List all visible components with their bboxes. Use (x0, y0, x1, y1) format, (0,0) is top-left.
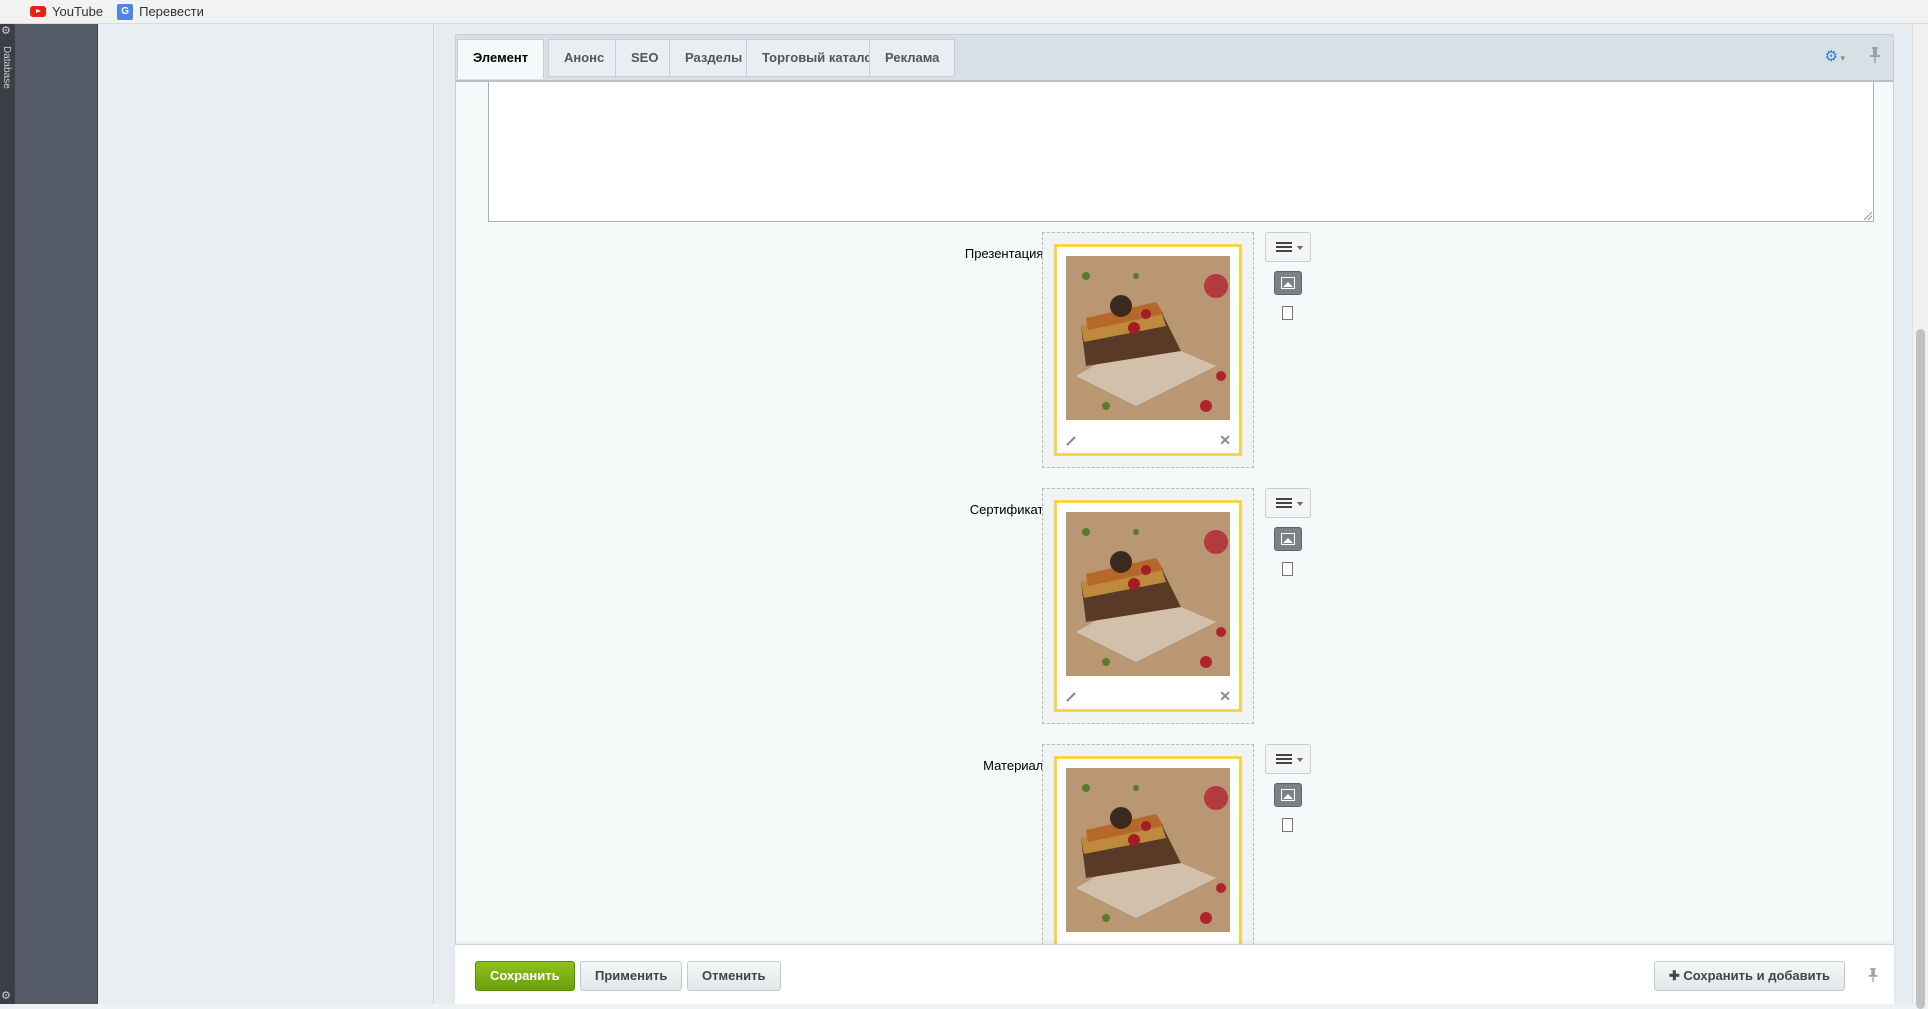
dessert-photo (1066, 256, 1230, 420)
caret-down-icon (1297, 246, 1303, 250)
delete-icon[interactable]: ✕ (1219, 432, 1231, 449)
field-label: Материал: (983, 758, 1047, 773)
youtube-icon (30, 6, 46, 17)
resize-grip-icon[interactable] (1864, 212, 1872, 220)
menu-lines-icon (1276, 242, 1292, 252)
pin-icon[interactable] (1867, 46, 1883, 64)
upload-image-button[interactable] (1274, 783, 1302, 807)
pencil-icon[interactable] (1065, 435, 1077, 447)
gear-icon[interactable]: ⚙ (1, 24, 11, 37)
bookmark-youtube-label: YouTube (52, 4, 104, 19)
caret-down-icon (1297, 502, 1303, 506)
field-menu-button[interactable] (1265, 744, 1311, 774)
menu-lines-icon (1276, 754, 1292, 764)
image-card[interactable]: ✕ (1054, 500, 1242, 712)
field-label: Сертификат: (969, 502, 1047, 517)
element-tabs: Элемент Анонс SEO Разделы Торговый катал… (455, 34, 1894, 80)
admin-menu-area (98, 24, 434, 1004)
tab-element[interactable]: Элемент (457, 39, 545, 79)
database-strip-label[interactable]: Database (1, 46, 12, 89)
field-row-presentation: Презентация: ✕ (456, 232, 1893, 472)
image-icon (1281, 533, 1295, 545)
pencil-icon[interactable] (1065, 691, 1077, 703)
page-scrollbar[interactable] (1912, 24, 1928, 1009)
image-card[interactable]: ✕ (1054, 244, 1242, 456)
image-card[interactable]: ✕ (1054, 756, 1242, 968)
dessert-photo (1066, 512, 1230, 676)
element-form: Презентация: ✕ Сертификат: ✕ Материал: (455, 80, 1894, 970)
pin-icon[interactable] (1866, 967, 1880, 983)
file-icon[interactable] (1282, 562, 1293, 576)
delete-icon[interactable]: ✕ (1219, 688, 1231, 705)
image-thumbnail[interactable] (1066, 256, 1230, 420)
text-area[interactable] (488, 82, 1874, 222)
save-and-add-label: Сохранить и добавить (1683, 968, 1830, 983)
tab-advertising[interactable]: Реклама (869, 39, 956, 77)
caret-down-icon (1297, 758, 1303, 762)
menu-lines-icon (1276, 498, 1292, 508)
bookmark-youtube[interactable]: YouTube (30, 4, 103, 19)
upload-image-button[interactable] (1274, 527, 1302, 551)
upload-image-button[interactable] (1274, 271, 1302, 295)
side-dev-strip: ⚙ Database ⚙ (0, 24, 15, 1004)
content-area: Элемент Анонс SEO Разделы Торговый катал… (435, 24, 1928, 1004)
tab-sections[interactable]: Разделы (669, 39, 759, 77)
translate-icon: G (117, 3, 134, 20)
bookmarks-bar: YouTube G Перевести (0, 0, 1928, 24)
plus-icon: ✚ (1668, 968, 1684, 983)
save-button[interactable]: Сохранить (475, 961, 575, 991)
image-thumbnail[interactable] (1066, 768, 1230, 932)
field-menu-button[interactable] (1265, 488, 1311, 518)
dessert-photo (1066, 768, 1230, 932)
field-label: Презентация: (964, 246, 1047, 261)
tabs-settings-gear-icon[interactable]: ⚙ ▾ (1825, 47, 1845, 65)
image-thumbnail[interactable] (1066, 512, 1230, 676)
file-drop-zone[interactable]: ✕ (1042, 488, 1254, 724)
file-icon[interactable] (1282, 818, 1293, 832)
bookmark-translate-label: Перевести (139, 4, 204, 19)
save-and-add-button[interactable]: ✚ Сохранить и добавить (1653, 961, 1845, 991)
form-actions-bar: Сохранить Применить Отменить ✚ Сохранить… (455, 944, 1894, 1004)
field-row-certificate: Сертификат: ✕ (456, 488, 1893, 728)
tab-announce[interactable]: Анонс (548, 39, 621, 77)
admin-side-panel (15, 24, 98, 1004)
field-row-material: Материал: (456, 744, 1893, 969)
field-menu-button[interactable] (1265, 232, 1311, 262)
cancel-button[interactable]: Отменить (687, 961, 781, 991)
tab-seo[interactable]: SEO (615, 39, 675, 77)
file-icon[interactable] (1282, 306, 1293, 320)
apply-button[interactable]: Применить (580, 961, 683, 991)
settings-icon[interactable]: ⚙ (1, 989, 11, 1002)
scrollbar-thumb[interactable] (1916, 329, 1925, 1009)
image-icon (1281, 789, 1295, 801)
image-icon (1281, 277, 1295, 289)
bookmark-translate[interactable]: G Перевести (117, 3, 204, 20)
file-drop-zone[interactable]: ✕ (1042, 744, 1254, 969)
file-drop-zone[interactable]: ✕ (1042, 232, 1254, 468)
